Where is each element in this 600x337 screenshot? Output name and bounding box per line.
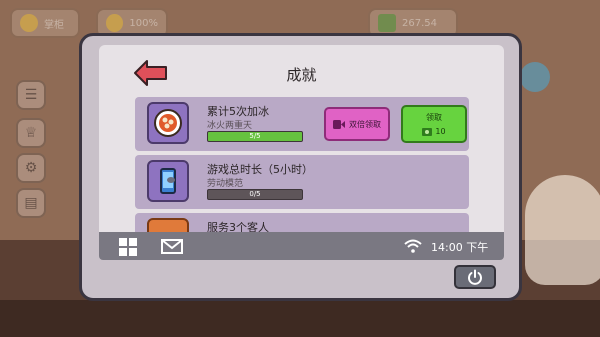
power-button[interactable] bbox=[454, 265, 496, 289]
progress-text: 0/5 bbox=[249, 190, 261, 198]
cash-icon bbox=[378, 14, 396, 32]
hud-level-name: 掌柜 bbox=[44, 19, 64, 31]
settings-button[interactable]: ⚙ bbox=[16, 153, 46, 183]
video-icon bbox=[333, 119, 345, 129]
taskbar: 14:00 下午 bbox=[99, 232, 504, 260]
trophy-button[interactable]: ♕ bbox=[16, 118, 46, 148]
claim-reward: 10 bbox=[435, 127, 446, 136]
dialog-title: 成就 bbox=[286, 66, 317, 84]
achievements-panel: 成就 累计5次加冰 冰火两重天 5/5 双倍领取 领取 10 游戏总时长（5小时… bbox=[99, 45, 504, 241]
mail-icon[interactable] bbox=[161, 239, 183, 254]
background-counter bbox=[0, 300, 600, 337]
power-icon bbox=[468, 269, 482, 285]
achievement-row: 累计5次加冰 冰火两重天 5/5 双倍领取 领取 10 bbox=[135, 97, 469, 151]
moon-icon bbox=[20, 14, 38, 32]
clipboard-button[interactable]: ▤ bbox=[16, 188, 46, 218]
achievements-dialog: 成就 累计5次加冰 冰火两重天 5/5 双倍领取 领取 10 游戏总时长（5小时… bbox=[79, 33, 522, 301]
hud-mood-percent: 100% bbox=[129, 17, 158, 29]
achievement-name: 累计5次加冰 bbox=[207, 105, 269, 118]
double-claim-label: 双倍领取 bbox=[349, 119, 381, 129]
achievement-desc: 冰火两重天 bbox=[207, 121, 253, 131]
achievement-desc: 劳动模范 bbox=[207, 179, 244, 189]
achievement-row: 游戏总时长（5小时） 劳动模范 0/5 bbox=[135, 155, 469, 209]
wifi-icon bbox=[404, 239, 422, 253]
claim-label: 领取 bbox=[426, 113, 442, 122]
menu-button[interactable]: ☰ bbox=[16, 80, 46, 110]
windows-icon[interactable] bbox=[119, 238, 137, 256]
hud-level-chip: 掌柜 bbox=[10, 8, 80, 38]
lucky-cat-decoration bbox=[525, 175, 600, 285]
achievement-name: 游戏总时长（5小时） bbox=[207, 163, 313, 176]
hud-money: 267.54 bbox=[402, 17, 437, 29]
claim-button[interactable]: 领取 10 bbox=[401, 105, 467, 143]
cash-icon bbox=[422, 127, 433, 136]
progress-bar: 0/5 bbox=[207, 189, 303, 200]
taskbar-clock: 14:00 下午 bbox=[431, 241, 489, 254]
phone-game-icon bbox=[147, 160, 189, 202]
progress-text: 5/5 bbox=[249, 132, 261, 140]
ice-drink-icon bbox=[147, 102, 189, 144]
smiley-icon bbox=[106, 14, 124, 32]
progress-bar: 5/5 bbox=[207, 131, 303, 142]
achievement-list: 累计5次加冰 冰火两重天 5/5 双倍领取 领取 10 游戏总时长（5小时） 劳… bbox=[135, 97, 469, 241]
globe-decoration bbox=[520, 62, 550, 92]
double-claim-button[interactable]: 双倍领取 bbox=[324, 107, 390, 141]
